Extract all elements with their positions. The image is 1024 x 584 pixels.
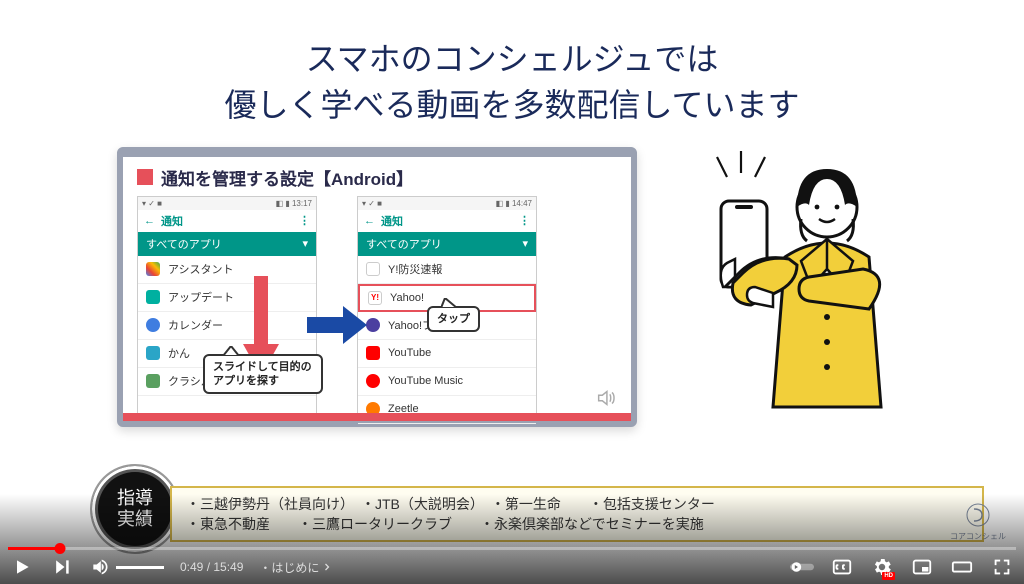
slide-title-line1: スマホのコンシェルジュでは — [0, 36, 1024, 82]
next-button[interactable] — [50, 555, 74, 579]
callout-tail-icon — [441, 298, 457, 308]
arrow-right-icon — [307, 306, 367, 344]
chevron-right-icon — [321, 561, 333, 573]
concierge-illustration — [677, 147, 907, 447]
fullscreen-button[interactable] — [990, 555, 1014, 579]
phone-nav: ←通知 ⋮ — [138, 210, 316, 232]
volume-slider[interactable] — [116, 566, 164, 569]
callout-tail-icon — [223, 346, 239, 356]
player-controls: 0:49 / 15:49 ・はじめに HD — [0, 550, 1024, 584]
callout-tap: タップ — [427, 306, 480, 332]
app-row: アシスタント — [138, 256, 316, 284]
play-button[interactable] — [10, 555, 34, 579]
tutorial-panel: 通知を管理する設定【Android】 ▾ ✓ ■◧ ▮ 13:17 ←通知 ⋮ … — [117, 147, 637, 427]
branding-logo: コアコンシェル — [948, 501, 1008, 542]
theater-button[interactable] — [950, 555, 974, 579]
panel-title: 通知を管理する設定【Android】 — [161, 165, 413, 190]
achievements-line2: ・東急不動産 ・三鷹ロータリークラブ ・永楽倶楽部などでセミナーを実施 — [186, 514, 715, 534]
achievements-line1: ・三越伊勢丹（社員向け） ・JTB（大説明会） ・第一生命 ・包括支援センター — [186, 494, 715, 514]
phone-statusbar: ▾ ✓ ■◧ ▮ 13:17 — [138, 197, 316, 210]
slide-body: 通知を管理する設定【Android】 ▾ ✓ ■◧ ▮ 13:17 ←通知 ⋮ … — [0, 147, 1024, 447]
app-row: YouTube Music — [358, 368, 536, 396]
phone-tabbar: すべてのアプリ▾ — [358, 232, 536, 256]
hd-badge: HD — [882, 572, 895, 580]
back-arrow-icon: ← — [364, 215, 375, 227]
app-row: Y!防災速報 — [358, 256, 536, 284]
callout-slide: スライドして目的のアプリを探す — [203, 354, 323, 395]
kebab-icon: ⋮ — [299, 214, 310, 227]
captions-button[interactable] — [830, 555, 854, 579]
slide-title: スマホのコンシェルジュでは 優しく学べる動画を多数配信しています — [0, 0, 1024, 129]
phone-statusbar: ▾ ✓ ■◧ ▮ 14:47 — [358, 197, 536, 210]
chevron-down-icon: ▾ — [302, 237, 308, 250]
chapter-button[interactable]: ・はじめに — [259, 559, 333, 576]
back-arrow-icon: ← — [144, 215, 155, 227]
miniplayer-button[interactable] — [910, 555, 934, 579]
volume-icon — [90, 557, 110, 577]
volume-control[interactable] — [90, 557, 164, 577]
time-display: 0:49 / 15:49 — [180, 560, 243, 574]
phone-nav: ←通知 ⋮ — [358, 210, 536, 232]
kebab-icon: ⋮ — [519, 214, 530, 227]
achievement-badge: 指導実績 — [90, 464, 180, 554]
app-row: アップデート — [138, 284, 316, 312]
speaker-icon — [595, 387, 617, 409]
settings-button[interactable]: HD — [870, 555, 894, 579]
phone-tabbar: すべてのアプリ▾ — [138, 232, 316, 256]
slide-title-line2: 優しく学べる動画を多数配信しています — [0, 82, 1024, 128]
autoplay-toggle[interactable] — [790, 555, 814, 579]
chevron-down-icon: ▾ — [522, 237, 528, 250]
app-row: YouTube — [358, 340, 536, 368]
panel-footer-bar — [123, 413, 631, 421]
achievements-bar: ・三越伊勢丹（社員向け） ・JTB（大説明会） ・第一生命 ・包括支援センター … — [170, 486, 984, 542]
app-row: カレンダー — [138, 312, 316, 340]
video-frame: スマホのコンシェルジュでは 優しく学べる動画を多数配信しています 通知を管理する… — [0, 0, 1024, 584]
panel-bullet-icon — [137, 169, 153, 185]
panel-title-row: 通知を管理する設定【Android】 — [137, 165, 617, 190]
